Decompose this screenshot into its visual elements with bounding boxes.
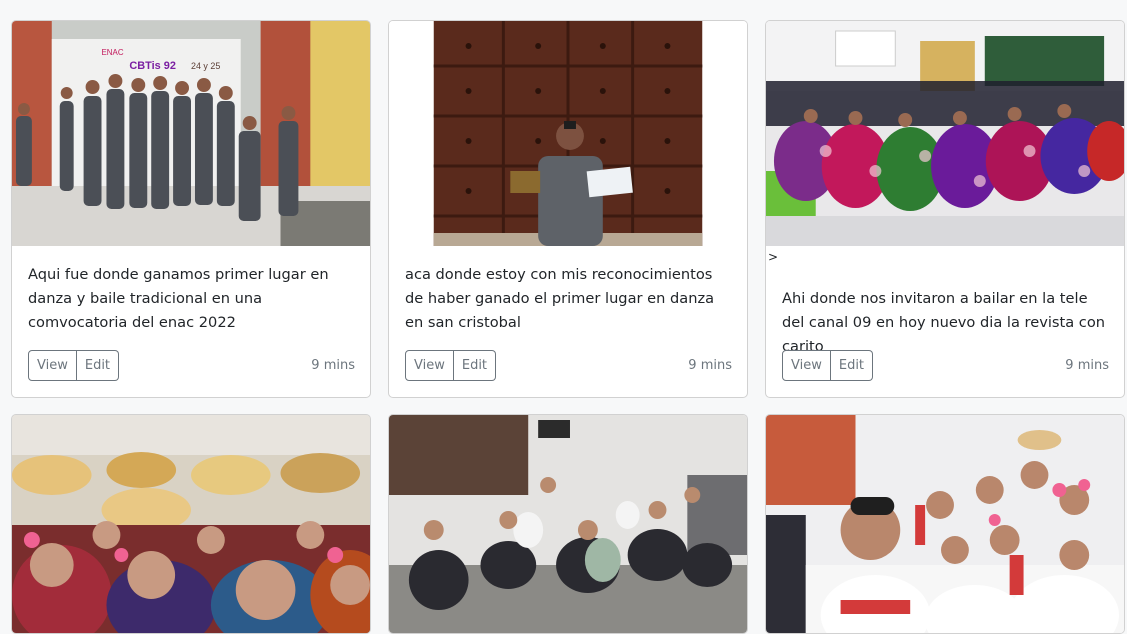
view-button[interactable]: View: [782, 350, 831, 381]
view-button[interactable]: View: [28, 350, 77, 381]
card-photo: [766, 21, 1124, 246]
card-body: > Ahi donde nos invitaron a bailar en la…: [766, 246, 1124, 397]
edit-button[interactable]: Edit: [76, 350, 120, 381]
album-grid: ENAC CBTis 92 24 y 25 Aqui fue donde gan…: [11, 20, 1126, 634]
album-card: [388, 414, 748, 634]
card-photo: [389, 415, 747, 633]
view-button[interactable]: View: [405, 350, 454, 381]
card-body: aca donde estoy con mis reconocimientos …: [389, 246, 747, 397]
edit-button[interactable]: Edit: [453, 350, 497, 381]
timestamp: 9 mins: [1065, 358, 1109, 373]
album-card: [11, 414, 371, 634]
card-body: Aqui fue donde ganamos primer lugar en d…: [12, 246, 370, 397]
timestamp: 9 mins: [688, 358, 732, 373]
timestamp: 9 mins: [311, 358, 355, 373]
album-card: [765, 414, 1125, 634]
stray-text: >: [768, 250, 779, 264]
svg-text:ENAC: ENAC: [102, 48, 124, 57]
album-card: ENAC CBTis 92 24 y 25 Aqui fue donde gan…: [11, 20, 371, 398]
card-photo: ENAC CBTis 92 24 y 25: [12, 21, 370, 246]
banner-logo-text: CBTis 92: [129, 60, 176, 72]
card-photo: [12, 415, 370, 633]
album-card: aca donde estoy con mis reconocimientos …: [388, 20, 748, 398]
edit-button[interactable]: Edit: [830, 350, 874, 381]
card-photo: [766, 415, 1124, 633]
card-caption: Ahi donde nos invitaron a bailar en la t…: [782, 290, 1105, 355]
banner-date-text: 24 y 25: [191, 61, 220, 71]
card-caption: aca donde estoy con mis reconocimientos …: [405, 266, 715, 331]
card-photo: [389, 21, 747, 246]
card-actions: View Edit: [405, 350, 497, 381]
card-actions: View Edit: [28, 350, 120, 381]
card-caption: Aqui fue donde ganamos primer lugar en d…: [28, 266, 329, 331]
card-actions: View Edit: [782, 350, 874, 381]
album-card: > Ahi donde nos invitaron a bailar en la…: [765, 20, 1125, 398]
